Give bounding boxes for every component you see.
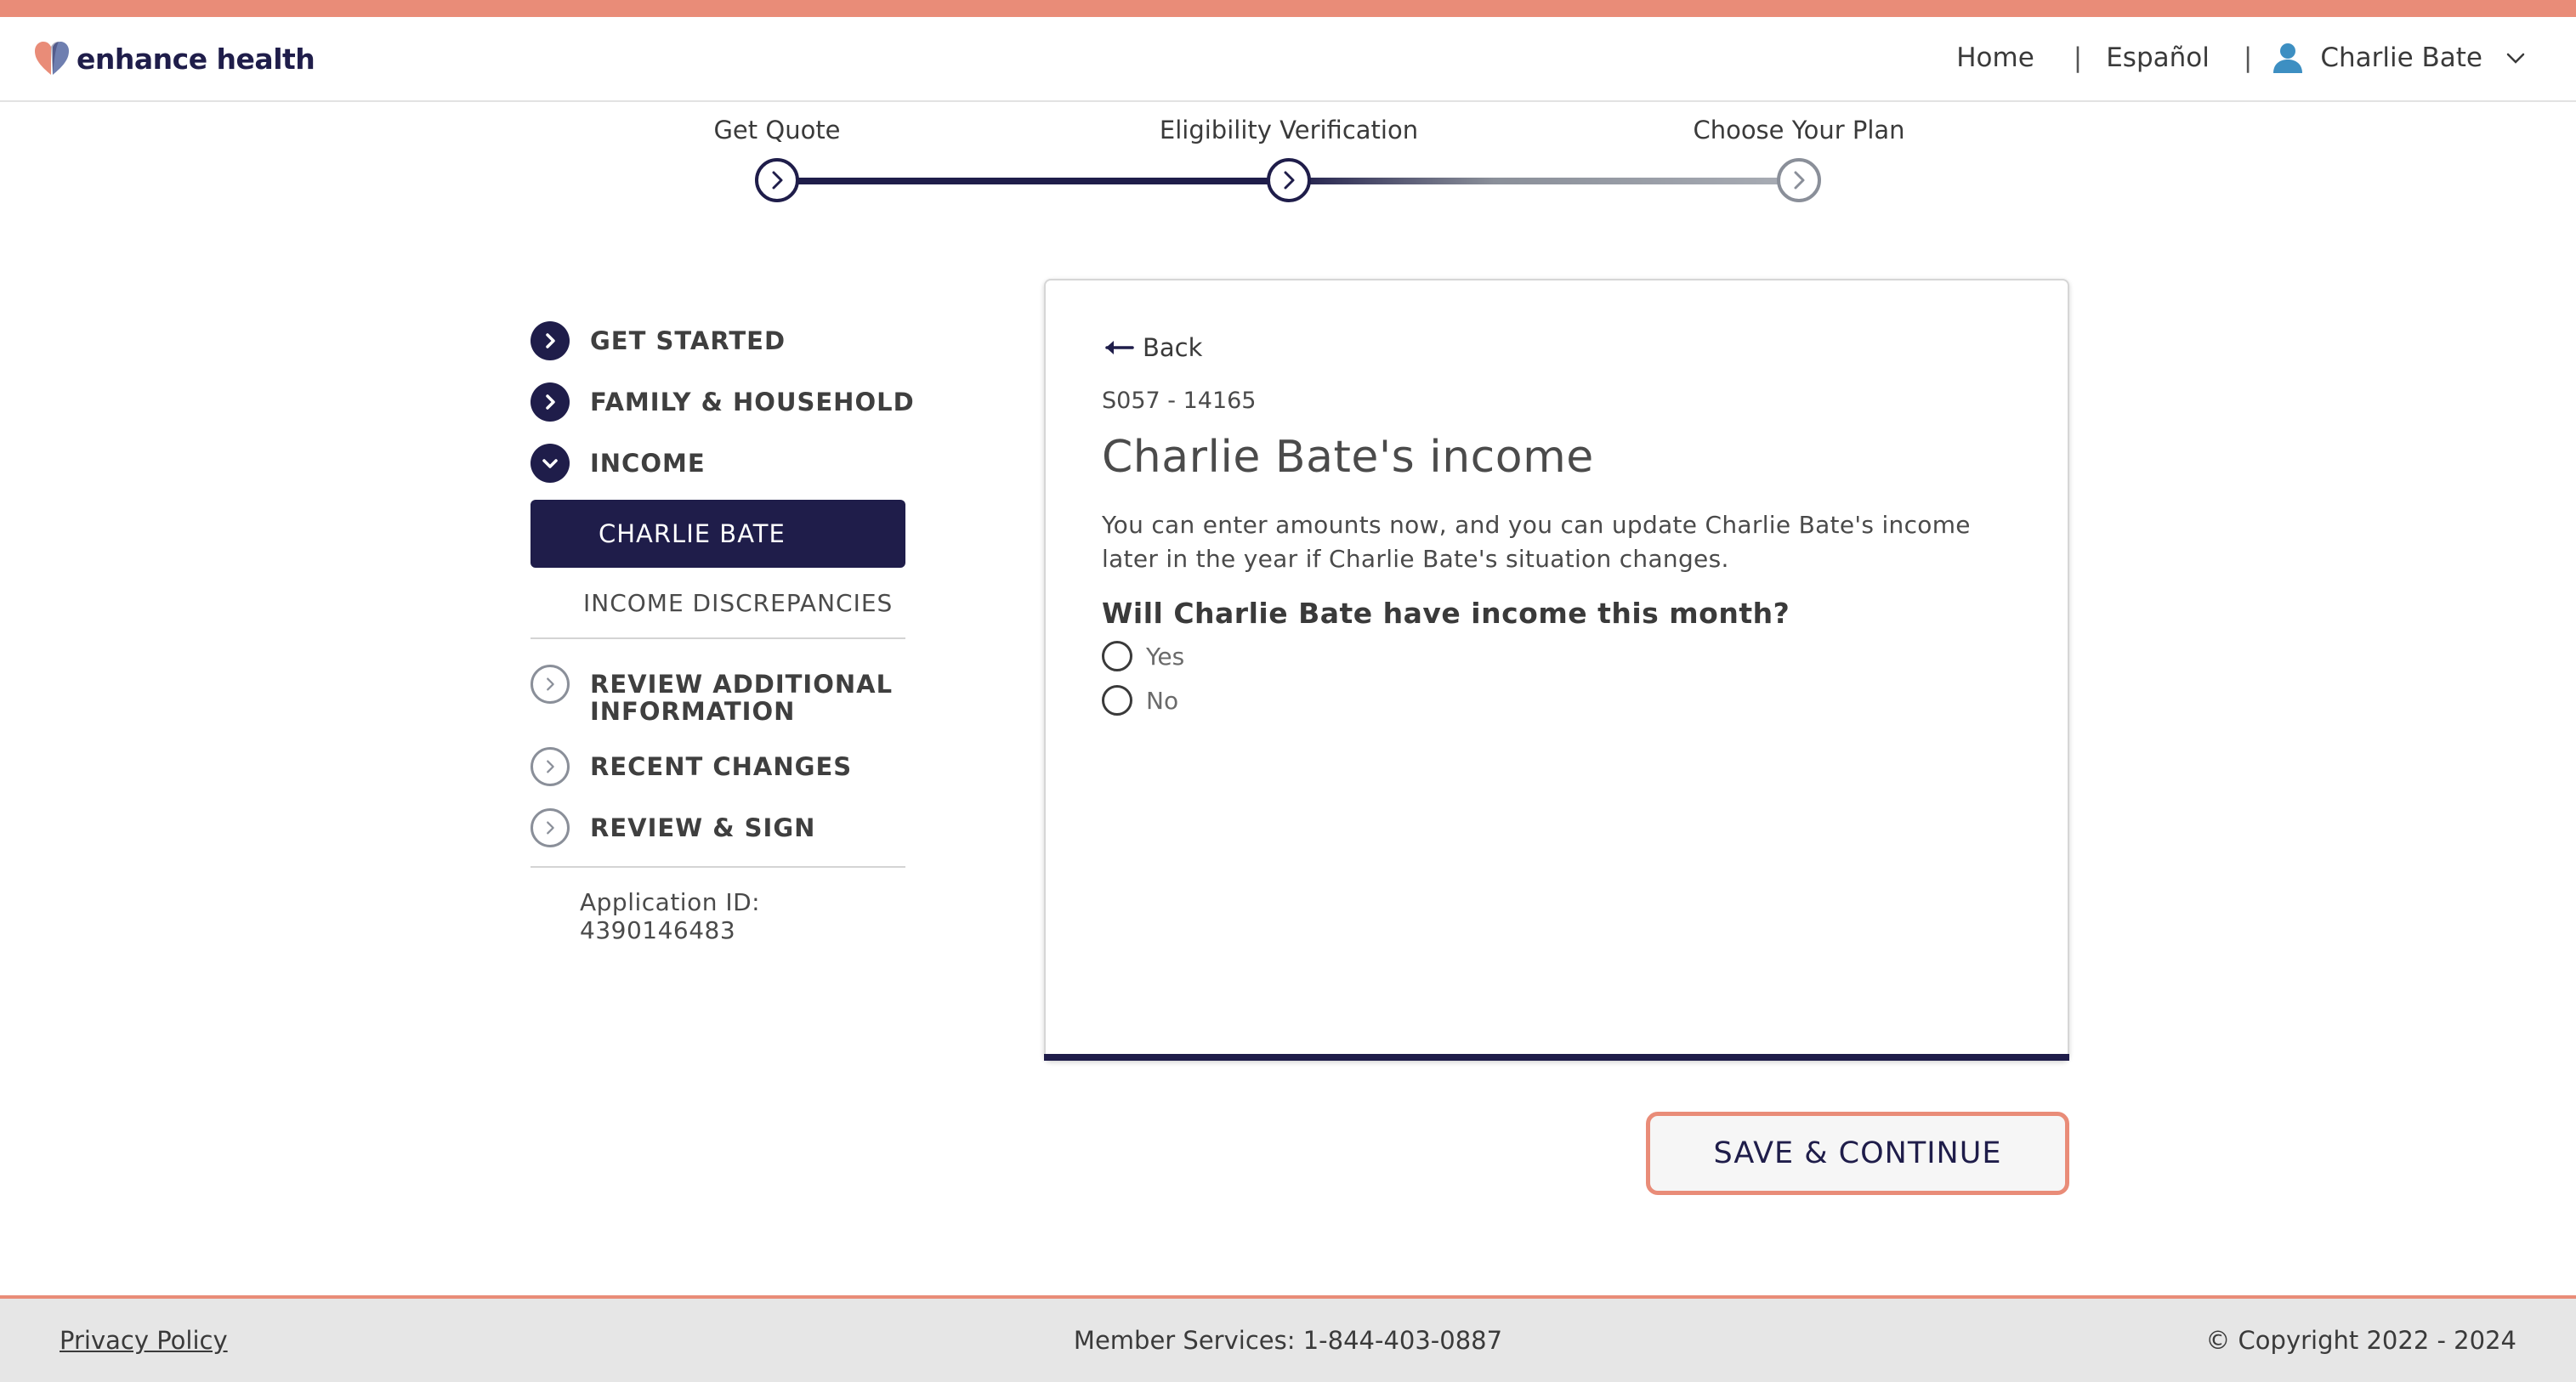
site-footer: Privacy Policy Member Services: 1-844-40… [0, 1295, 2576, 1382]
chevron-right-icon [531, 665, 570, 704]
radio-circle[interactable] [1102, 641, 1132, 671]
privacy-policy-link[interactable]: Privacy Policy [60, 1326, 228, 1355]
step-marker-choose-plan[interactable] [1777, 158, 1821, 202]
application-id: Application ID: 4390146483 [580, 888, 761, 944]
page-description: You can enter amounts now, and you can u… [1102, 511, 1971, 573]
brand-logo[interactable]: enhance health [32, 39, 315, 78]
sidebar-item-review-sign[interactable]: REVIEW & SIGN [531, 808, 922, 847]
chevron-right-icon [531, 382, 570, 422]
step-label-eligibility: Eligibility Verification [1159, 116, 1419, 144]
arrow-left-icon [1105, 341, 1134, 354]
nav-separator: | [2243, 42, 2253, 73]
nav-home-link[interactable]: Home [1956, 42, 2034, 73]
chevron-right-icon [772, 171, 783, 190]
top-nav: Home | Español | Charlie Bate [1956, 41, 2527, 75]
back-label: Back [1143, 333, 1203, 362]
nav-language-link[interactable]: Español [2106, 42, 2210, 73]
user-icon[interactable] [2271, 41, 2305, 75]
sidebar-item-label: REVIEW ADDITIONAL INFORMATION [590, 670, 894, 726]
sidebar-item-income[interactable]: INCOME [531, 444, 922, 483]
radio-circle[interactable] [1102, 685, 1132, 716]
chevron-right-icon [1794, 171, 1805, 190]
user-menu-name[interactable]: Charlie Bate [2320, 42, 2482, 73]
sidebar-item-get-started[interactable]: GET STARTED [531, 321, 922, 360]
sidebar-item-family-household[interactable]: FAMILY & HOUSEHOLD [531, 382, 922, 422]
sidebar-item-recent-changes[interactable]: RECENT CHANGES [531, 747, 922, 786]
sidebar-item-label: GET STARTED [590, 326, 786, 355]
sidebar-subitem-income-discrepancies[interactable]: INCOME DISCREPANCIES [531, 568, 905, 639]
radio-no[interactable]: No [1102, 685, 1178, 716]
radio-yes[interactable]: Yes [1102, 641, 1184, 671]
sidebar-item-label: REVIEW & SIGN [590, 813, 816, 842]
chevron-right-icon [531, 321, 570, 360]
radio-label: Yes [1146, 642, 1185, 671]
save-continue-button[interactable]: SAVE & CONTINUE [1646, 1112, 2069, 1195]
radio-label: No [1146, 686, 1179, 715]
step-label-get-quote: Get Quote [713, 116, 841, 144]
sidebar-subitem-charlie-bate[interactable]: CHARLIE BATE [531, 500, 905, 568]
chevron-right-icon [1284, 171, 1295, 190]
step-marker-eligibility[interactable] [1267, 158, 1311, 202]
progress-line-upcoming [1289, 178, 1801, 184]
sidebar-item-label: INCOME [590, 449, 706, 478]
step-marker-get-quote[interactable] [755, 158, 799, 202]
sidebar-item-label: FAMILY & HOUSEHOLD [590, 388, 915, 416]
sidebar-item-review-additional[interactable]: REVIEW ADDITIONAL INFORMATION [531, 665, 922, 725]
sidebar-divider [531, 866, 905, 868]
progress-stepper: Get Quote Eligibility Verification Choos… [0, 102, 2576, 229]
chevron-right-icon [531, 747, 570, 786]
sidebar-item-label: RECENT CHANGES [590, 752, 853, 781]
member-services: Member Services: 1-844-403-0887 [1073, 1326, 1503, 1355]
heart-logo-icon [35, 42, 69, 75]
income-form-card: Back S057 - 14165 Charlie Bate's income … [1044, 279, 2069, 1061]
page-title: Charlie Bate's income [1102, 432, 1594, 483]
application-sidebar: GET STARTED FAMILY & HOUSEHOLD INCOME CH… [531, 321, 922, 944]
card-bottom-accent [1044, 1054, 2069, 1061]
brand-name: enhance health [77, 42, 315, 76]
income-question: Will Charlie Bate have income this month… [1102, 597, 1790, 630]
chevron-down-icon [531, 444, 570, 483]
nav-separator: | [2073, 42, 2083, 73]
copyright: © Copyright 2022 - 2024 [2205, 1326, 2516, 1355]
chevron-down-icon[interactable] [2505, 47, 2527, 69]
chevron-right-icon [531, 808, 570, 847]
step-label-choose-plan: Choose Your Plan [1693, 116, 1905, 144]
site-header: enhance health Home | Español | Charlie … [0, 17, 2576, 102]
top-accent-stripe [0, 0, 2576, 17]
back-link[interactable]: Back [1102, 333, 1202, 362]
case-id: S057 - 14165 [1102, 388, 1257, 414]
progress-line-complete [777, 178, 1289, 184]
